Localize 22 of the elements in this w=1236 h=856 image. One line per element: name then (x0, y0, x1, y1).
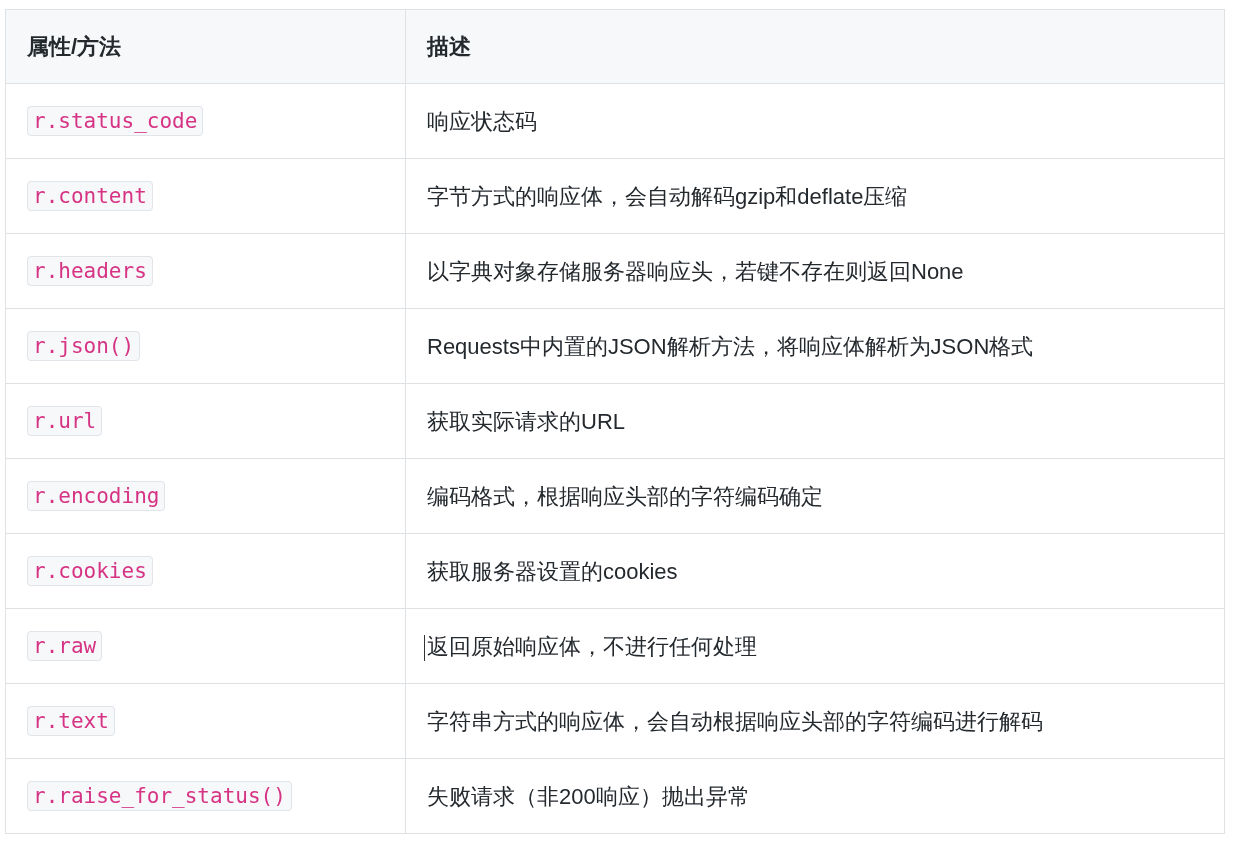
code-snippet: r.cookies (27, 556, 153, 587)
code-snippet: r.text (27, 706, 115, 737)
code-snippet: r.raw (27, 631, 103, 662)
code-snippet: r.json() (27, 331, 141, 362)
code-snippet: r.content (27, 181, 153, 212)
description-text: 编码格式，根据响应头部的字符编码确定 (427, 483, 823, 509)
description-text: 失败请求（非200响应）抛出异常 (427, 783, 750, 809)
column-header: 描述 (405, 9, 1225, 84)
code-snippet: r.encoding (27, 481, 166, 512)
description-text: 获取实际请求的URL (427, 408, 625, 434)
description-text: 获取服务器设置的cookies (427, 558, 678, 584)
description-text: 返回原始响应体，不进行任何处理 (427, 633, 757, 659)
description-text: 字节方式的响应体，会自动解码gzip和deflate压缩 (427, 183, 908, 209)
code-snippet: r.headers (27, 256, 153, 287)
description-text: 以字典对象存储服务器响应头，若键不存在则返回None (427, 258, 964, 284)
code-snippet: r.status_code (27, 106, 204, 137)
description-text: Requests中内置的JSON解析方法，将响应体解析为JSON格式 (427, 333, 1034, 359)
description-text: 字符串方式的响应体，会自动根据响应头部的字符编码进行解码 (427, 708, 1043, 734)
code-snippet: r.url (27, 406, 103, 437)
description-text: 响应状态码 (427, 108, 537, 134)
column-header: 属性/方法 (5, 9, 406, 84)
code-snippet: r.raise_for_status() (27, 781, 292, 812)
